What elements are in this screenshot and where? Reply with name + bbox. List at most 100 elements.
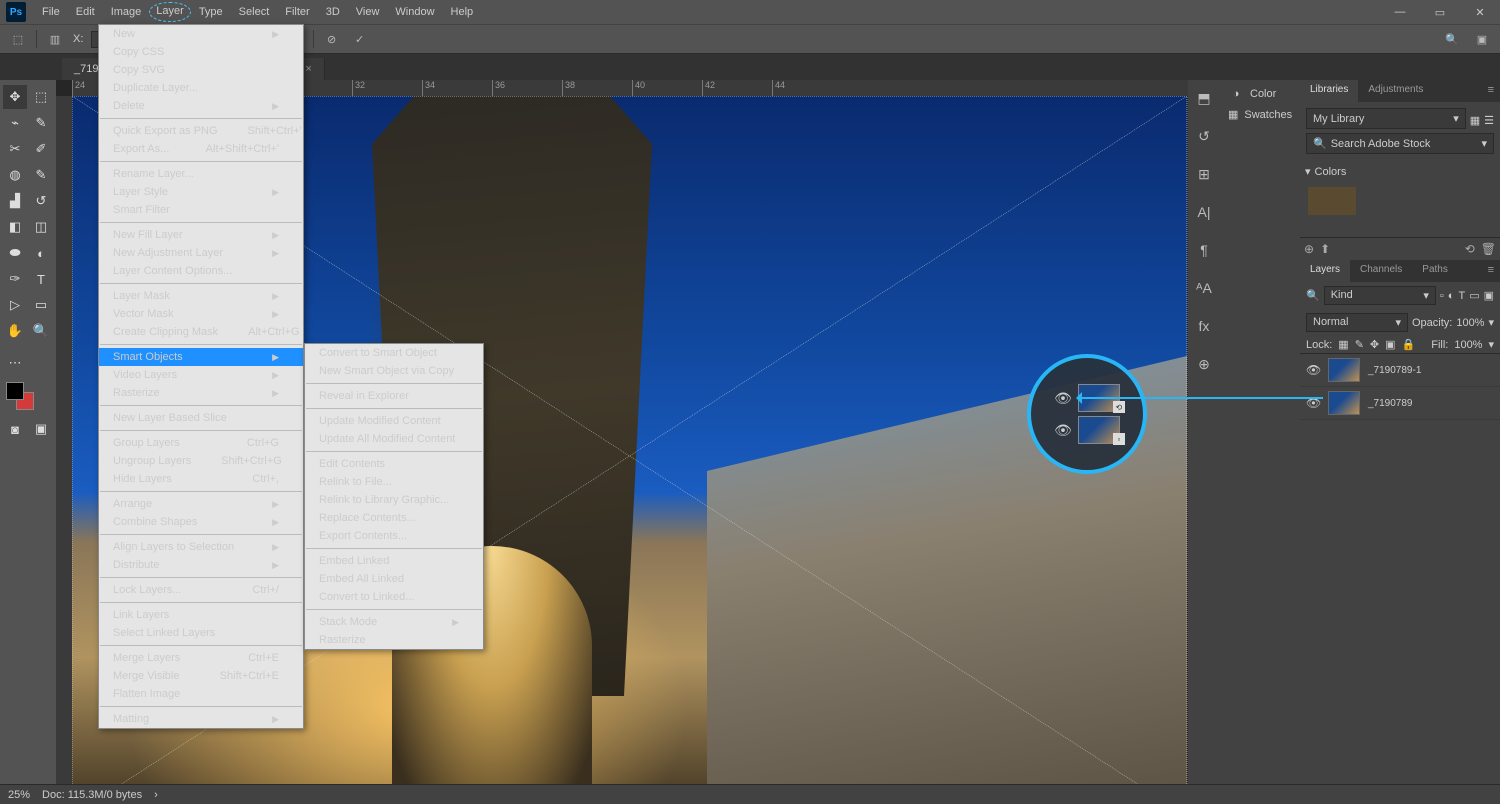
opacity-value[interactable]: 100% — [1456, 317, 1484, 329]
lock-artboard-icon[interactable]: ▣ — [1385, 338, 1395, 351]
menu-3d[interactable]: 3D — [318, 2, 348, 22]
menu-item[interactable]: Create Clipping MaskAlt+Ctrl+G — [99, 323, 303, 341]
marquee-tool[interactable]: ⬚ — [29, 85, 53, 109]
gradient-tool[interactable]: ◫ — [29, 215, 53, 239]
cancel-icon[interactable]: ⊘ — [322, 29, 342, 49]
lock-position-icon[interactable]: ✥ — [1370, 338, 1379, 351]
panel-icon[interactable]: ⊕ — [1194, 354, 1214, 374]
panel-icon[interactable]: fx — [1194, 316, 1214, 336]
quick-select-tool[interactable]: ✎ — [29, 111, 53, 135]
menu-item[interactable]: Export As...Alt+Shift+Ctrl+' — [99, 140, 303, 158]
menu-item[interactable]: Smart Objects▶ — [99, 348, 303, 366]
menu-item[interactable]: Group LayersCtrl+G — [99, 434, 303, 452]
layer-name[interactable]: _7190789 — [1368, 398, 1413, 409]
tab-adjustments[interactable]: Adjustments — [1358, 80, 1433, 102]
brush-tool[interactable]: ✎ — [29, 163, 53, 187]
search-icon[interactable]: 🔍 — [1442, 29, 1462, 49]
layer-name[interactable]: _7190789-1 — [1368, 365, 1421, 376]
menu-item[interactable]: Update All Modified Content — [305, 430, 483, 448]
menu-item[interactable]: Export Contents... — [305, 527, 483, 545]
menu-image[interactable]: Image — [103, 2, 150, 22]
library-color-chip[interactable] — [1308, 187, 1356, 215]
lock-pixels-icon[interactable]: ✎ — [1355, 338, 1364, 351]
panel-icon[interactable]: A| — [1194, 202, 1214, 222]
panel-icon[interactable]: ⊞ — [1194, 164, 1214, 184]
eyedropper-tool[interactable]: ✐ — [29, 137, 53, 161]
menu-item[interactable]: New▶ — [99, 25, 303, 43]
menu-item[interactable]: Rename Layer... — [99, 165, 303, 183]
menu-select[interactable]: Select — [231, 2, 278, 22]
filter-shape-icon[interactable]: ▭ — [1469, 289, 1479, 302]
doc-info[interactable]: Doc: 115.3M/0 bytes — [42, 789, 142, 801]
tool-preset-icon[interactable]: ⬚ — [8, 29, 28, 49]
layer-thumbnail[interactable] — [1328, 358, 1360, 382]
lasso-tool[interactable]: ⌁ — [3, 111, 27, 135]
menu-item[interactable]: Layer Style▶ — [99, 183, 303, 201]
tab-channels[interactable]: Channels — [1350, 260, 1412, 282]
quickmask-tool[interactable]: ◙ — [3, 417, 27, 441]
menu-item[interactable]: Replace Contents... — [305, 509, 483, 527]
menu-view[interactable]: View — [348, 2, 388, 22]
minimize-button[interactable]: ― — [1380, 0, 1420, 24]
menu-item[interactable]: Vector Mask▶ — [99, 305, 303, 323]
menu-item[interactable]: Arrange▶ — [99, 495, 303, 513]
eraser-tool[interactable]: ◧ — [3, 215, 27, 239]
menu-item[interactable]: Copy SVG — [99, 61, 303, 79]
zoom-level[interactable]: 25% — [8, 789, 30, 801]
menu-layer[interactable]: Layer — [149, 2, 191, 22]
menu-item[interactable]: Edit Contents — [305, 455, 483, 473]
menu-item[interactable]: Rasterize — [305, 631, 483, 649]
filter-type-icon[interactable]: T — [1458, 290, 1465, 302]
dodge-tool[interactable]: ◐ — [29, 241, 53, 265]
panel-icon[interactable]: ↺ — [1194, 126, 1214, 146]
close-button[interactable]: ✕ — [1460, 0, 1500, 24]
shape-tool[interactable]: ▭ — [29, 293, 53, 317]
menu-item[interactable]: New Adjustment Layer▶ — [99, 244, 303, 262]
sync-icon[interactable]: ⟲ — [1465, 242, 1475, 256]
menu-item[interactable]: Merge VisibleShift+Ctrl+E — [99, 667, 303, 685]
heal-tool[interactable]: ◍ — [3, 163, 27, 187]
tab-layers[interactable]: Layers — [1300, 260, 1350, 282]
menu-item[interactable]: Lock Layers...Ctrl+/ — [99, 581, 303, 599]
trash-icon[interactable]: 🗑 — [1481, 242, 1496, 256]
menu-window[interactable]: Window — [387, 2, 442, 22]
menu-file[interactable]: File — [34, 2, 68, 22]
menu-item[interactable]: New Fill Layer▶ — [99, 226, 303, 244]
add-graphic-icon[interactable]: ⊕ — [1304, 242, 1314, 256]
close-tab-icon[interactable]: × — [305, 63, 311, 75]
menu-item[interactable]: Hide LayersCtrl+, — [99, 470, 303, 488]
menu-item[interactable]: Video Layers▶ — [99, 366, 303, 384]
zoom-tool[interactable]: 🔍 — [29, 319, 53, 343]
layer-thumbnail[interactable] — [1328, 391, 1360, 415]
menu-item[interactable]: Relink to File... — [305, 473, 483, 491]
panel-icon[interactable]: ¶ — [1194, 240, 1214, 260]
filter-kind-dropdown[interactable]: Kind▾ — [1324, 286, 1436, 305]
menu-item[interactable]: Delete▶ — [99, 97, 303, 115]
panel-color[interactable]: ◑Color — [1224, 84, 1296, 104]
align-icon[interactable]: ▥ — [45, 29, 65, 49]
lock-icon[interactable]: 🔒 — [1402, 338, 1416, 351]
edit-toolbar-icon[interactable]: ⋯ — [3, 351, 27, 375]
fill-value[interactable]: 100% — [1454, 339, 1482, 351]
type-tool[interactable]: T — [29, 267, 53, 291]
library-dropdown[interactable]: My Library▾ — [1306, 108, 1466, 129]
menu-item[interactable]: Merge LayersCtrl+E — [99, 649, 303, 667]
color-swatches[interactable] — [6, 382, 34, 410]
add-character-icon[interactable]: ⬆ — [1320, 242, 1330, 256]
history-brush-tool[interactable]: ↺ — [29, 189, 53, 213]
layer-row[interactable]: 👁_7190789 — [1300, 387, 1500, 420]
filter-smart-icon[interactable]: ▣ — [1484, 289, 1494, 302]
visibility-icon[interactable]: 👁 — [1306, 363, 1320, 377]
panel-icon[interactable]: ⬒ — [1194, 88, 1214, 108]
menu-edit[interactable]: Edit — [68, 2, 103, 22]
chevron-right-icon[interactable]: › — [154, 789, 158, 801]
filter-pixel-icon[interactable]: ▫ — [1440, 290, 1444, 302]
hand-tool[interactable]: ✋ — [3, 319, 27, 343]
menu-help[interactable]: Help — [443, 2, 482, 22]
grid-view-icon[interactable]: ▦ — [1470, 114, 1480, 127]
list-view-icon[interactable]: ☰ — [1484, 114, 1494, 127]
menu-item[interactable]: Quick Export as PNGShift+Ctrl+' — [99, 122, 303, 140]
panel-swatches[interactable]: ▦Swatches — [1224, 104, 1296, 125]
commit-icon[interactable]: ✓ — [350, 29, 370, 49]
panel-menu-icon[interactable]: ≡ — [1482, 260, 1500, 282]
